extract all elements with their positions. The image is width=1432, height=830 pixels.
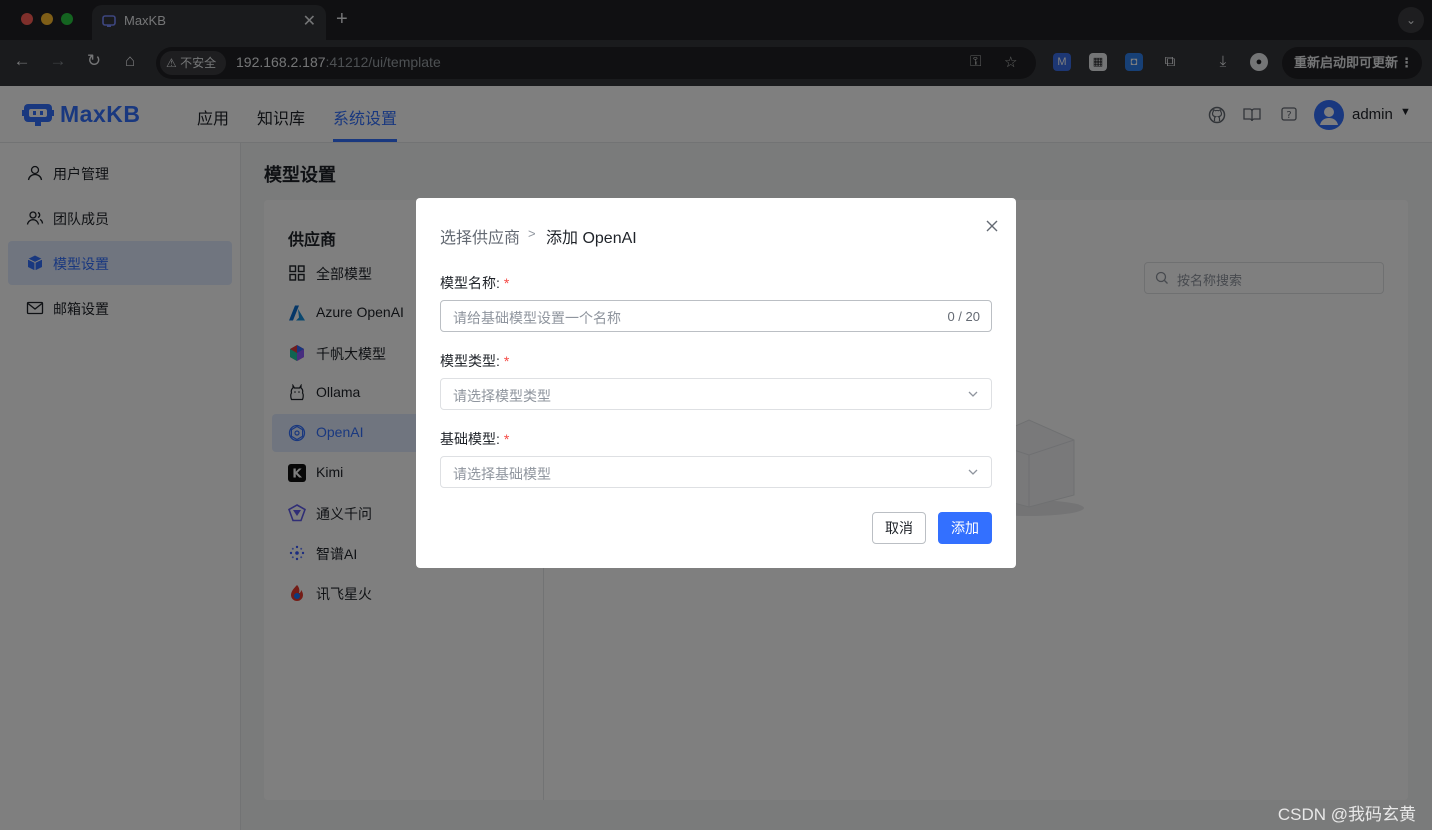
model-type-select[interactable]: 请选择模型类型 <box>440 378 992 410</box>
add-model-dialog: 选择供应商 > 添加 OpenAI 模型名称: * 请给基础模型设置一个名称 0 … <box>416 198 1016 568</box>
cancel-button[interactable]: 取消 <box>872 512 926 544</box>
chevron-down-icon <box>968 391 978 397</box>
model-name-input[interactable]: 请给基础模型设置一个名称 0 / 20 <box>440 300 992 332</box>
base-model-placeholder: 请选择基础模型 <box>453 466 551 482</box>
base-model-label-text: 基础模型: <box>440 431 500 447</box>
model-name-label-text: 模型名称: <box>440 275 500 291</box>
watermark-text: CSDN @我码玄黄 <box>1277 805 1416 824</box>
model-type-label: 模型类型: * <box>440 351 509 371</box>
required-mark: * <box>503 275 510 291</box>
breadcrumb-separator: > <box>528 226 536 241</box>
model-name-label: 模型名称: * <box>440 273 509 293</box>
model-type-label-text: 模型类型: <box>440 353 500 369</box>
breadcrumb-select-provider[interactable]: 选择供应商 <box>440 224 520 248</box>
base-model-select[interactable]: 请选择基础模型 <box>440 456 992 488</box>
required-mark: * <box>503 353 510 369</box>
model-type-placeholder: 请选择模型类型 <box>453 388 551 404</box>
required-mark: * <box>503 431 510 447</box>
model-name-placeholder: 请给基础模型设置一个名称 <box>453 310 621 326</box>
dialog-title: 添加 OpenAI <box>546 230 637 247</box>
chevron-down-icon <box>968 469 978 475</box>
add-button[interactable]: 添加 <box>938 512 992 544</box>
char-counter: 0 / 20 <box>947 309 980 324</box>
close-icon[interactable] <box>984 218 1000 234</box>
base-model-label: 基础模型: * <box>440 429 509 449</box>
